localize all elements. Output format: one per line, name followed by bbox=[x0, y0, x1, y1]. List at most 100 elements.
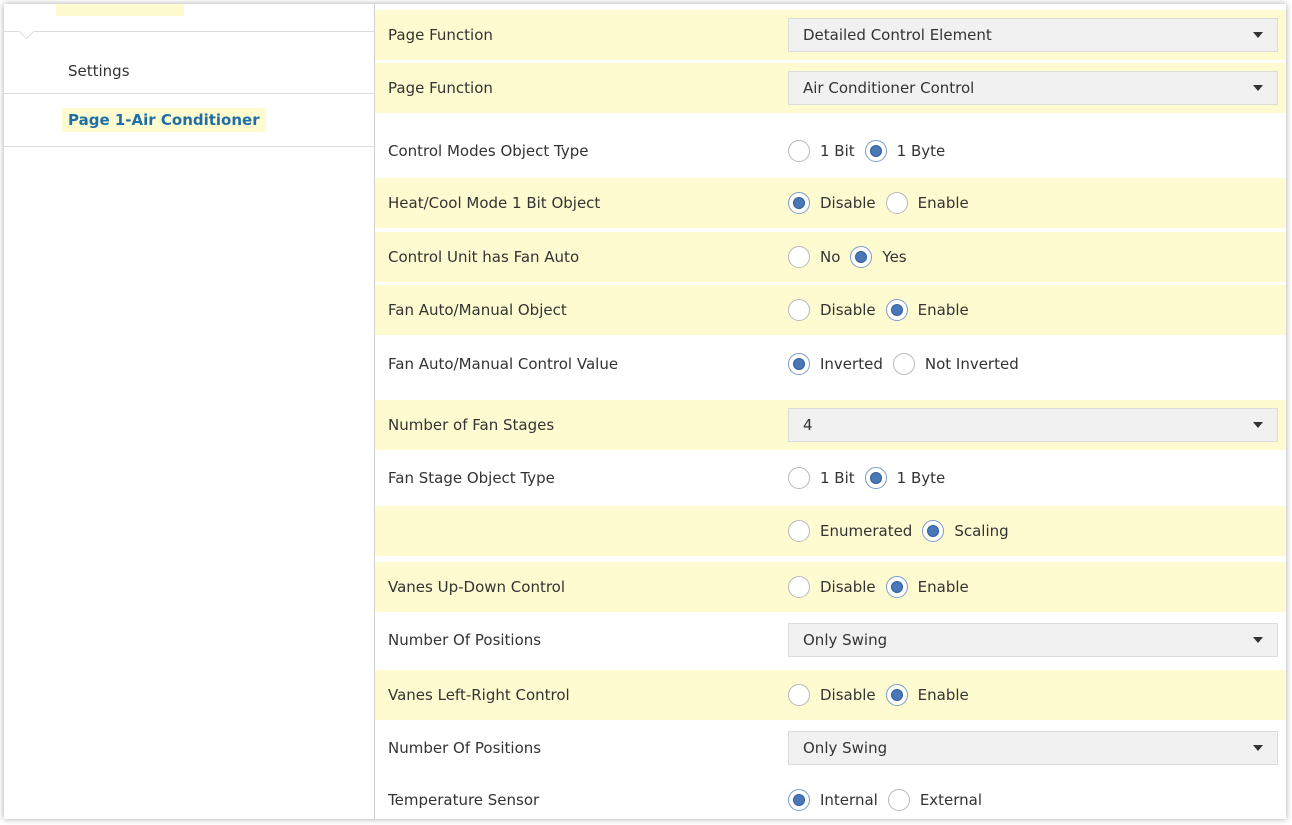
sidebar-divider bbox=[4, 93, 374, 94]
radio-option-label: 1 Byte bbox=[896, 469, 946, 487]
radio-option-disable[interactable]: Disable bbox=[788, 299, 876, 321]
radio-option-internal[interactable]: Internal bbox=[788, 789, 878, 811]
radio-group: Disable Enable bbox=[788, 192, 979, 214]
chevron-down-icon bbox=[1253, 745, 1263, 751]
radio-selected-icon[interactable] bbox=[922, 520, 945, 542]
radio-group: Enumerated Scaling bbox=[788, 520, 1019, 542]
radio-dot bbox=[793, 197, 805, 209]
radio-option-label: Disable bbox=[820, 301, 876, 319]
radio-group: 1 Bit 1 Byte bbox=[788, 467, 955, 489]
radio-option-external[interactable]: External bbox=[887, 789, 983, 811]
parameter-dropdown[interactable]: Air Conditioner Control bbox=[788, 71, 1278, 105]
radio-unselected-icon[interactable] bbox=[892, 353, 915, 375]
radio-option-1-byte[interactable]: 1 Byte bbox=[864, 467, 946, 489]
radio-option-label: 1 Bit bbox=[820, 142, 855, 160]
radio-option-enable[interactable]: Enable bbox=[885, 684, 969, 706]
radio-selected-icon[interactable] bbox=[850, 246, 873, 268]
parameter-row: Page Function Detailed Control Element bbox=[375, 10, 1286, 60]
radio-option-disable[interactable]: Disable bbox=[788, 684, 876, 706]
radio-option-1-byte[interactable]: 1 Byte bbox=[864, 140, 946, 162]
parameter-label: Fan Auto/Manual Control Value bbox=[388, 355, 619, 373]
radio-option-label: Enable bbox=[917, 194, 969, 212]
radio-group: Disable Enable bbox=[788, 299, 979, 321]
radio-selected-icon[interactable] bbox=[885, 299, 908, 321]
radio-group: Inverted Not Inverted bbox=[788, 353, 1029, 375]
sidebar-item-settings[interactable]: Settings bbox=[4, 46, 374, 96]
radio-unselected-icon[interactable] bbox=[788, 299, 810, 321]
parameter-row: Page Function Air Conditioner Control bbox=[375, 63, 1286, 113]
parameter-row: Enumerated Scaling bbox=[375, 506, 1286, 556]
parameter-label: Temperature Sensor bbox=[388, 791, 540, 809]
radio-option-label: No bbox=[820, 248, 841, 266]
parameter-label: Page Function bbox=[388, 79, 493, 97]
radio-unselected-icon[interactable] bbox=[788, 467, 810, 489]
radio-group: 1 Bit 1 Byte bbox=[788, 140, 955, 162]
parameter-label: Fan Auto/Manual Object bbox=[388, 301, 567, 319]
radio-unselected-icon[interactable] bbox=[885, 192, 908, 214]
radio-group: Disable Enable bbox=[788, 684, 979, 706]
radio-option-disable[interactable]: Disable bbox=[788, 576, 876, 598]
parameter-row: Heat/Cool Mode 1 Bit Object Disable Enable bbox=[375, 178, 1286, 228]
parameter-row: Fan Auto/Manual Object Disable Enable bbox=[375, 285, 1286, 335]
parameter-dropdown[interactable]: Only Swing bbox=[788, 731, 1278, 765]
parameter-dropdown[interactable]: 4 bbox=[788, 408, 1278, 442]
radio-unselected-icon[interactable] bbox=[887, 789, 910, 811]
radio-selected-icon[interactable] bbox=[885, 684, 908, 706]
parameter-label: Control Unit has Fan Auto bbox=[388, 248, 580, 266]
sidebar-item-page-1-air-conditioner[interactable]: Page 1-Air Conditioner bbox=[4, 95, 374, 145]
dropdown-value: 4 bbox=[803, 416, 813, 434]
radio-selected-icon[interactable] bbox=[788, 789, 810, 811]
radio-option-1-bit[interactable]: 1 Bit bbox=[788, 140, 855, 162]
parameter-row: Number Of Positions Only Swing bbox=[375, 615, 1286, 665]
radio-option-disable[interactable]: Disable bbox=[788, 192, 876, 214]
radio-selected-icon[interactable] bbox=[788, 353, 810, 375]
chevron-down-icon bbox=[1253, 422, 1263, 428]
parameter-label: Vanes Up-Down Control bbox=[388, 578, 566, 596]
radio-option-label: Enumerated bbox=[820, 522, 913, 540]
radio-option-label: 1 Bit bbox=[820, 469, 855, 487]
radio-dot bbox=[890, 581, 903, 593]
radio-option-no[interactable]: No bbox=[788, 246, 840, 268]
parameter-dropdown[interactable]: Only Swing bbox=[788, 623, 1278, 657]
parameter-dropdown[interactable]: Detailed Control Element bbox=[788, 18, 1278, 52]
parameter-row: Vanes Up-Down Control Disable Enable bbox=[375, 562, 1286, 612]
radio-selected-icon[interactable] bbox=[864, 140, 887, 162]
radio-option-enable[interactable]: Enable bbox=[885, 299, 969, 321]
radio-unselected-icon[interactable] bbox=[788, 520, 810, 542]
radio-option-inverted[interactable]: Inverted bbox=[788, 353, 883, 375]
parameter-label: Page Function bbox=[388, 26, 493, 44]
parameter-row: Control Modes Object Type 1 Bit 1 Byte bbox=[375, 126, 1286, 176]
sidebar-item-label: Settings bbox=[68, 62, 130, 80]
radio-dot bbox=[890, 304, 903, 316]
radio-selected-icon[interactable] bbox=[788, 192, 810, 214]
parameter-row: Temperature Sensor Internal External bbox=[375, 775, 1286, 819]
parameter-label: Number Of Positions bbox=[388, 739, 542, 757]
sidebar-pointer-notch bbox=[18, 23, 35, 40]
radio-unselected-icon[interactable] bbox=[788, 576, 810, 598]
radio-option-not-inverted[interactable]: Not Inverted bbox=[892, 353, 1019, 375]
radio-option-label: External bbox=[919, 791, 983, 809]
radio-group: Internal External bbox=[788, 789, 992, 811]
radio-unselected-icon[interactable] bbox=[788, 140, 810, 162]
radio-option-scaling[interactable]: Scaling bbox=[922, 520, 1009, 542]
radio-unselected-icon[interactable] bbox=[788, 246, 810, 268]
parameter-row: Number Of Positions Only Swing bbox=[375, 723, 1286, 773]
radio-option-1-bit[interactable]: 1 Bit bbox=[788, 467, 855, 489]
parameter-row: Number of Fan Stages 4 bbox=[375, 400, 1286, 450]
radio-selected-icon[interactable] bbox=[885, 576, 908, 598]
chevron-down-icon bbox=[1253, 32, 1263, 38]
radio-option-label: 1 Byte bbox=[896, 142, 946, 160]
parameter-label: Fan Stage Object Type bbox=[388, 469, 555, 487]
radio-option-label: Internal bbox=[820, 791, 878, 809]
radio-option-label: Disable bbox=[820, 686, 876, 704]
radio-group: Disable Enable bbox=[788, 576, 979, 598]
radio-option-yes[interactable]: Yes bbox=[850, 246, 907, 268]
parameter-row: Fan Auto/Manual Control Value Inverted Not… bbox=[375, 339, 1286, 389]
radio-option-enumerated[interactable]: Enumerated bbox=[788, 520, 912, 542]
radio-unselected-icon[interactable] bbox=[788, 684, 810, 706]
radio-option-enable[interactable]: Enable bbox=[885, 192, 969, 214]
radio-dot bbox=[793, 358, 805, 370]
radio-option-label: Enable bbox=[917, 686, 969, 704]
radio-selected-icon[interactable] bbox=[864, 467, 887, 489]
radio-option-enable[interactable]: Enable bbox=[885, 576, 969, 598]
